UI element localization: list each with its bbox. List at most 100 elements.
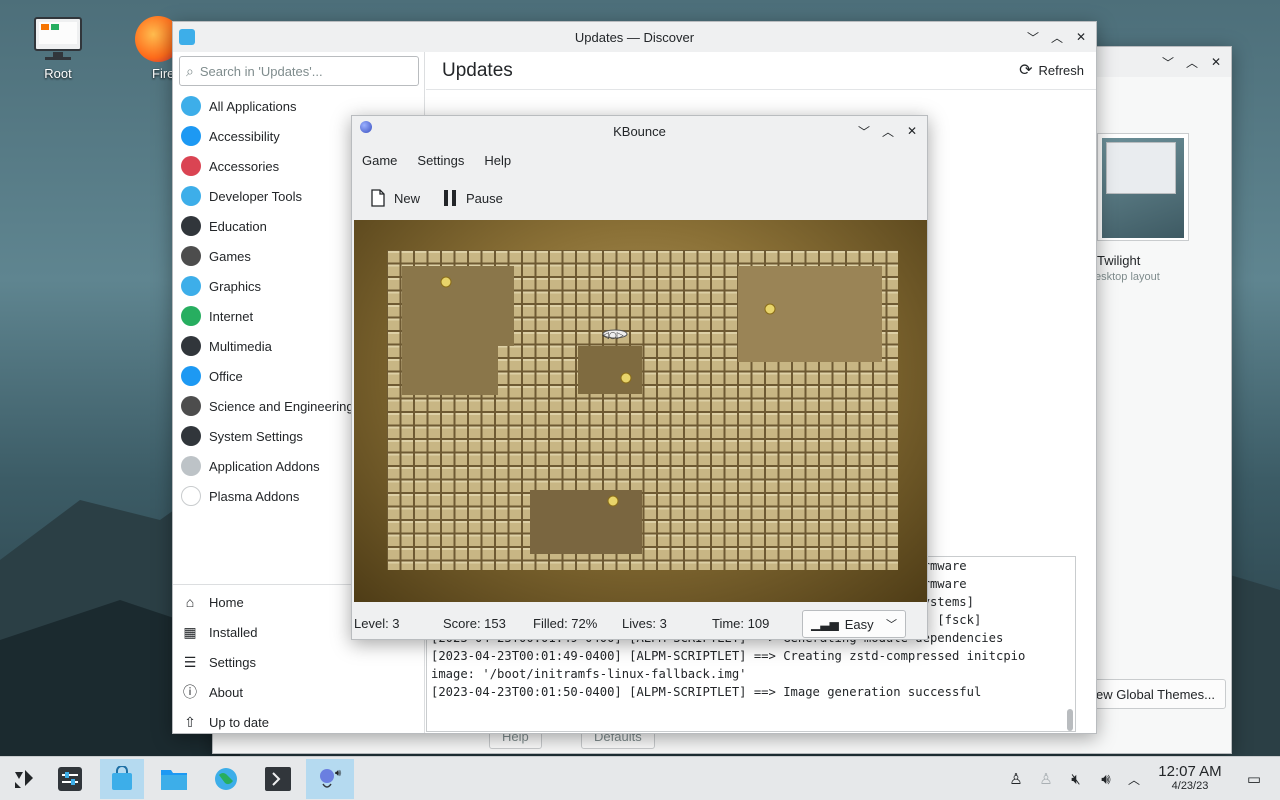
theme-name: Twilight [1097,253,1141,268]
pause-label: Pause [466,190,503,206]
computer-icon [33,16,83,62]
launcher-icon [15,770,33,788]
taskbar-file-manager[interactable] [152,759,196,799]
maximize-icon[interactable]: ︿ [1185,55,1199,70]
desktop-icon-root[interactable]: Root [18,16,98,81]
level-status: Level: 3 [354,616,400,631]
discover-titlebar[interactable]: Updates — Discover ﹀ ︿ ✕ [173,22,1096,52]
chevron-up-icon[interactable]: ︿ [1124,769,1144,789]
sliders-icon: ☰ [183,653,197,670]
kbounce-titlebar[interactable]: KBounce ﹀ ︿ ✕ [352,116,927,146]
kbounce-ball-icon: 🔊︎ [320,768,342,788]
category-label: Plasma Addons [209,488,300,504]
app-launcher-button[interactable] [2,759,46,799]
new-document-icon [371,189,385,207]
open-area-top-right [738,266,882,362]
svg-text:🔊︎: 🔊︎ [335,768,342,779]
taskbar-kbounce[interactable]: 🔊︎ [306,759,354,799]
log-scrollbar[interactable] [1067,709,1073,731]
muted-microphone-icon[interactable]: 🔇︎ [1066,769,1086,789]
nav-item[interactable]: ⇧ Up to date [173,707,425,737]
category-label: Internet [209,308,254,324]
get-new-themes-button[interactable]: ew Global Themes... [1085,679,1226,709]
maximize-icon[interactable]: ︿ [881,124,895,139]
ball [764,303,776,315]
open-area-top-left [402,266,514,395]
minimize-icon[interactable]: ﹀ [857,124,871,139]
ball [607,495,619,507]
menu-game[interactable]: Game [362,153,397,168]
category-label: Multimedia [209,338,272,354]
close-icon[interactable]: ✕ [905,124,919,138]
show-desktop-icon[interactable]: ▭ [1244,769,1264,789]
settings-panel-icon [58,767,82,791]
sparkle-icon [181,486,201,506]
clock-date: 4/23/23 [1171,780,1209,792]
close-icon[interactable]: ✕ [1209,55,1223,69]
refresh-button[interactable]: ⟳ Refresh [1019,60,1084,80]
game-board[interactable]: ◁○▷ [354,220,927,602]
pause-button[interactable]: Pause [442,189,503,207]
category-label: Accessories [209,158,280,174]
info-icon: ⓘ [183,684,197,700]
arrow-up-icon: ⇧ [184,713,196,730]
score-status: Score: 153 [443,616,506,631]
open-area-bottom [530,490,642,554]
new-game-button[interactable]: New [370,189,420,207]
refresh-label: Refresh [1038,62,1084,78]
minimize-icon[interactable]: ﹀ [1161,55,1175,70]
accessibility-icon [181,126,201,146]
nav-item[interactable]: ☰ Settings [173,647,425,677]
window-title: Updates — Discover [574,29,695,45]
svg-text:◁○▷: ◁○▷ [602,331,624,341]
kbounce-window[interactable]: KBounce ﹀ ︿ ✕ Game Settings Help New Pau… [351,115,928,640]
taskbar-discover[interactable] [100,759,144,799]
home-icon: ⌂ [185,594,195,610]
globe-icon [181,306,201,326]
difficulty-select[interactable]: ▁▃▅ Easy ﹀ [802,610,906,638]
clock-time: 12:07 AM [1158,763,1222,780]
monitor-icon [181,336,201,356]
search-input[interactable] [199,63,400,79]
difficulty-value: Easy [844,616,874,632]
game-grid[interactable]: ◁○▷ [354,220,927,602]
nav-item[interactable]: ⓘ About [173,677,425,707]
refresh-icon: ⟳ [1019,62,1033,79]
volume-icon[interactable]: 🔊︎ [1096,769,1116,789]
nav-label: About [209,684,243,700]
minimize-icon[interactable]: ﹀ [1026,30,1040,45]
desktop-icon-label: Root [44,66,72,81]
taskbar-system-settings[interactable] [48,759,92,799]
maximize-icon[interactable]: ︿ [1050,30,1064,45]
search-icon: ⌕ [186,62,194,79]
discover-logo-icon [179,29,195,45]
menu-settings[interactable]: Settings [417,153,464,168]
clock[interactable]: 12:07 AM 4/23/23 [1150,763,1230,792]
taskbar-terminal[interactable] [256,759,300,799]
wall-cursor: ◁○▷ [602,329,628,341]
category-label: Graphics [209,278,262,294]
category-label: Education [209,218,267,234]
open-area-center [578,346,642,394]
ball [440,276,452,288]
installed-icon: ▦ [183,623,197,640]
category-label: Developer Tools [209,188,302,204]
category-label: Games [209,248,251,264]
user-icon[interactable]: ♙ [1006,769,1026,789]
lives-status: Lives: 3 [622,616,667,631]
theme-thumbnail[interactable] [1097,133,1189,241]
menu-help[interactable]: Help [484,153,511,168]
kbounce-toolbar: New Pause [352,180,927,216]
new-label: New [394,190,421,206]
kbounce-menubar: Game Settings Help [352,146,927,174]
close-icon[interactable]: ✕ [1074,30,1088,44]
search-box[interactable]: ⌕ [179,56,419,86]
folder-icon [161,770,187,790]
nav-label: Installed [209,624,258,640]
window-title: KBounce [613,123,666,139]
gamepad-icon [181,246,201,266]
network-icon[interactable]: ♙ [1036,769,1056,789]
theme-subtitle: esktop layout [1095,271,1160,283]
taskbar-browser[interactable] [204,759,248,799]
category-label: All Applications [209,98,297,114]
